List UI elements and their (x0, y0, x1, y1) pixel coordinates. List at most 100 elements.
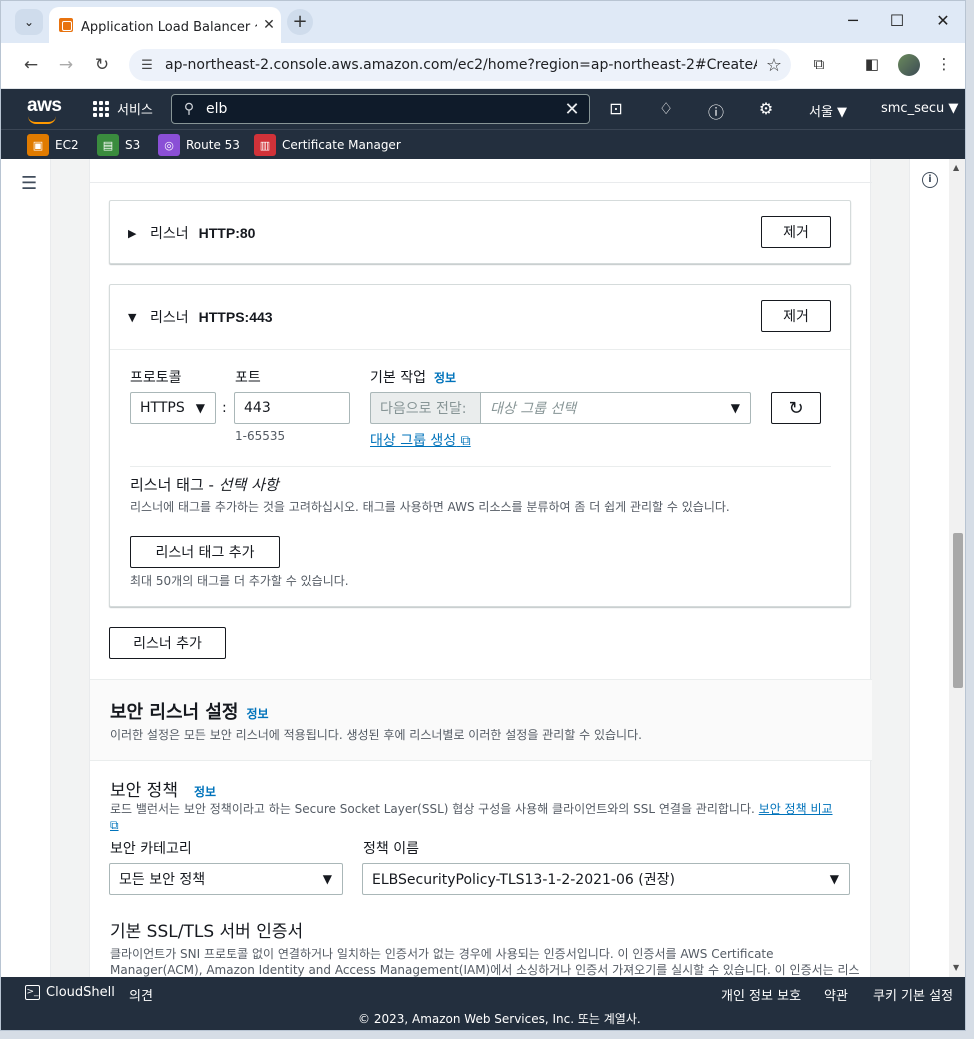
secure-settings-info-link[interactable]: 정보 (246, 707, 268, 721)
scroll-down-arrow-icon[interactable]: ▼ (953, 963, 959, 972)
account-menu[interactable]: smc_secu ▼ (881, 101, 958, 116)
notifications-bell-icon[interactable]: ♢ (655, 99, 677, 118)
listener-prefix: 리스너 (150, 226, 189, 242)
right-tools-rail: i (909, 159, 949, 977)
protocol-select[interactable]: HTTPS ▼ (130, 392, 216, 424)
settings-gear-icon[interactable]: ⚙ (755, 99, 777, 118)
reload-icon[interactable]: ↻ (91, 55, 113, 75)
cloudshell-icon[interactable]: ⊡ (605, 99, 627, 118)
protocol-label: 프로토콜 (130, 370, 182, 386)
ec2-icon: ▣ (27, 134, 49, 156)
search-value[interactable]: elb (206, 101, 555, 117)
port-label: 포트 (235, 370, 261, 386)
services-label: 서비스 (117, 103, 153, 118)
browser-window: ⌄ Application Load Balancer 생성 ✕ + ─ ☐ ✕… (0, 0, 966, 1031)
create-target-group-link[interactable]: 대상 그룹 생성 ⧉ (370, 430, 471, 450)
forward-icon[interactable]: → (55, 55, 77, 75)
secure-settings-description: 이러한 설정은 모든 보안 리스너에 적용됩니다. 생성된 후에 리스너별로 이… (110, 728, 642, 742)
back-icon[interactable]: ← (20, 55, 42, 75)
target-group-placeholder: 대상 그룹 선택 (490, 401, 577, 417)
terms-link[interactable]: 약관 (824, 985, 848, 1004)
secure-listener-settings-header: 보안 리스너 설정 정보 이러한 설정은 모든 보안 리스너에 적용됩니다. 생성… (90, 679, 872, 761)
refresh-button[interactable]: ↻ (771, 392, 821, 424)
add-listener-button[interactable]: 리스너 추가 (109, 627, 226, 659)
cloudshell-link[interactable]: CloudShell (46, 985, 115, 1000)
console-search-input[interactable]: ⚲ elb ✕ (171, 94, 590, 124)
info-panel-icon[interactable]: i (922, 172, 938, 188)
cloudshell-icon[interactable]: >_ (25, 985, 40, 1000)
profile-avatar[interactable] (898, 54, 920, 76)
listener-header[interactable]: ▼ 리스너 HTTPS:443 (110, 285, 850, 349)
policy-name-select[interactable]: ELBSecurityPolicy-TLS13-1-2-2021-06 (권장)… (362, 863, 850, 895)
compare-link-text: 보안 정책 비교 (758, 802, 833, 816)
colon-separator: : (222, 400, 227, 416)
route53-icon: ◎ (158, 134, 180, 156)
aws-console-header: aws 서비스 ⚲ elb ✕ ⊡ ♢ ⓘ ⚙ 서울 ▼ smc_secu ▼ (1, 89, 965, 129)
certificate-manager-icon: ▥ (254, 134, 276, 156)
forward-to-prefix: 다음으로 전달: (370, 392, 481, 424)
listener-header[interactable]: ▶ 리스너 HTTP:80 (110, 201, 850, 265)
remove-listener-button[interactable]: 제거 (761, 300, 831, 332)
security-policy-info-link[interactable]: 정보 (194, 785, 216, 799)
help-icon[interactable]: ⓘ (705, 99, 727, 123)
certificate-description-line2: Manager(ACM), Amazon Identity and Access… (110, 963, 860, 977)
port-hint: 1-65535 (235, 429, 286, 443)
new-tab-button[interactable]: + (287, 9, 313, 35)
divider (130, 466, 831, 467)
address-toolbar: ← → ↻ ☰ ap-northeast-2.console.aws.amazo… (1, 43, 965, 89)
favorite-s3[interactable]: ▤ S3 (97, 134, 140, 156)
scrollbar-thumb[interactable] (953, 533, 963, 688)
security-policy-desc-text: 로드 밸런서는 보안 정책이라고 하는 Secure Socket Layer(… (110, 802, 755, 816)
favorite-route53[interactable]: ◎ Route 53 (158, 134, 240, 156)
services-menu-button[interactable]: 서비스 (93, 99, 153, 118)
aws-logo[interactable]: aws (27, 95, 62, 124)
policy-name-value: ELBSecurityPolicy-TLS13-1-2-2021-06 (권장) (372, 872, 675, 888)
hamburger-menu-icon[interactable]: ☰ (21, 173, 37, 194)
clear-search-icon[interactable]: ✕ (555, 99, 589, 120)
browser-tab[interactable]: Application Load Balancer 생성 ✕ (49, 7, 281, 43)
security-category-label: 보안 카테고리 (110, 841, 192, 857)
address-bar[interactable]: ☰ ap-northeast-2.console.aws.amazon.com/… (129, 49, 791, 81)
maximize-button[interactable]: ☐ (887, 11, 907, 30)
listener-tags-heading: 리스너 태그 - 선택 사항 (130, 474, 279, 495)
copyright-text: © 2023, Amazon Web Services, Inc. 또는 계열사… (358, 1012, 641, 1026)
dropdown-arrow-icon: ▼ (322, 872, 332, 886)
collapse-caret-icon[interactable]: ▼ (128, 311, 150, 324)
favorite-certificate-manager[interactable]: ▥ Certificate Manager (254, 134, 401, 156)
scroll-up-arrow-icon[interactable]: ▲ (953, 163, 959, 172)
region-selector[interactable]: 서울 ▼ (809, 101, 847, 120)
security-policy-heading: 보안 정책 정보 (110, 776, 216, 801)
extensions-icon[interactable]: ⧉ (808, 55, 830, 73)
port-input[interactable]: 443 (234, 392, 350, 424)
close-window-button[interactable]: ✕ (933, 11, 953, 30)
privacy-link[interactable]: 개인 정보 보호 (721, 985, 801, 1004)
target-group-select[interactable]: 대상 그룹 선택 ▼ (480, 392, 751, 424)
listener-form-panel: ▶ 리스너 HTTP:80 제거 ▼ 리스너 HTTPS:443 제거 프로토콜… (89, 159, 872, 977)
favorite-label: EC2 (55, 138, 79, 152)
cookie-preferences-link[interactable]: 쿠키 기본 설정 (873, 985, 953, 1004)
default-action-info-link[interactable]: 정보 (434, 371, 456, 385)
browser-menu-icon[interactable]: ⋮ (933, 55, 955, 73)
remove-listener-button[interactable]: 제거 (761, 216, 831, 248)
add-listener-tag-button[interactable]: 리스너 태그 추가 (130, 536, 280, 568)
main-content: ▶ 리스너 HTTP:80 제거 ▼ 리스너 HTTPS:443 제거 프로토콜… (51, 159, 909, 977)
aws-favicon-icon (59, 18, 73, 32)
favorite-ec2[interactable]: ▣ EC2 (27, 134, 79, 156)
bookmark-star-icon[interactable]: ☆ (757, 55, 791, 76)
close-tab-icon[interactable]: ✕ (257, 17, 281, 33)
url-text[interactable]: ap-northeast-2.console.aws.amazon.com/ec… (165, 57, 757, 73)
feedback-link[interactable]: 의견 (129, 985, 153, 1004)
site-info-icon[interactable]: ☰ (129, 58, 165, 73)
dropdown-arrow-icon: ▼ (829, 872, 839, 886)
protocol-value: HTTPS (140, 400, 185, 416)
listener-http-80: ▶ 리스너 HTTP:80 제거 (109, 200, 851, 264)
security-category-select[interactable]: 모든 보안 정책 ▼ (109, 863, 343, 895)
minimize-button[interactable]: ─ (843, 11, 863, 30)
expand-caret-icon[interactable]: ▶ (128, 227, 150, 240)
external-link-icon: ⧉ (460, 433, 471, 449)
side-panel-icon[interactable]: ◧ (861, 55, 883, 73)
page-scrollbar[interactable]: ▲ ▼ (949, 159, 965, 977)
secure-listener-settings-title: 보안 리스너 설정 정보 (110, 698, 269, 724)
tab-search-button[interactable]: ⌄ (15, 9, 43, 35)
default-action-label: 기본 작업 정보 (370, 367, 456, 387)
